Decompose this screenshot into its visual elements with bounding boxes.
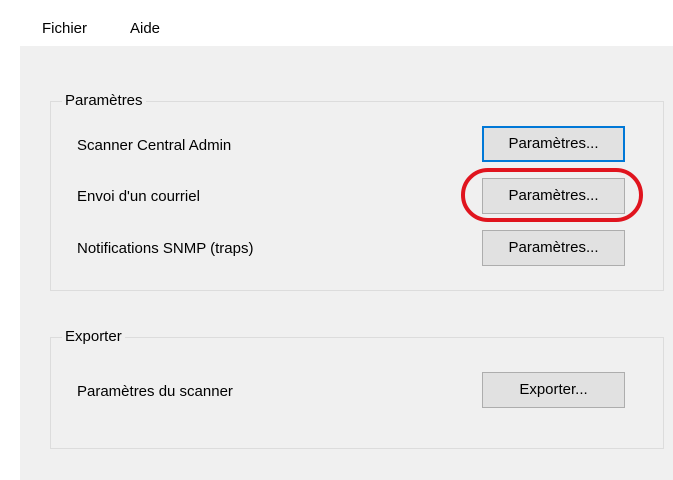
settings-groupbox: Paramètres Scanner Central Admin Paramèt… (50, 91, 664, 291)
export-button[interactable]: Exporter... (482, 372, 625, 408)
scanner-central-admin-label: Scanner Central Admin (77, 137, 232, 154)
menu-file[interactable]: Fichier (42, 20, 87, 37)
export-groupbox: Exporter Paramètres du scanner Exporter.… (50, 327, 664, 449)
snmp-settings-button[interactable]: Paramètres... (482, 230, 625, 266)
snmp-notifications-label: Notifications SNMP (traps) (77, 240, 254, 257)
settings-group-title: Paramètres (62, 91, 146, 111)
dialog-body: Paramètres Scanner Central Admin Paramèt… (20, 46, 673, 480)
email-sending-label: Envoi d'un courriel (77, 188, 200, 205)
export-group-title: Exporter (62, 327, 125, 347)
scanner-settings-label: Paramètres du scanner (77, 383, 233, 400)
menu-help[interactable]: Aide (130, 20, 160, 37)
menu-bar: Fichier Aide (20, 8, 673, 46)
app-window: Fichier Aide Paramètres Scanner Central … (0, 0, 673, 480)
email-settings-button[interactable]: Paramètres... (482, 178, 625, 214)
scanner-central-admin-settings-button[interactable]: Paramètres... (482, 126, 625, 162)
